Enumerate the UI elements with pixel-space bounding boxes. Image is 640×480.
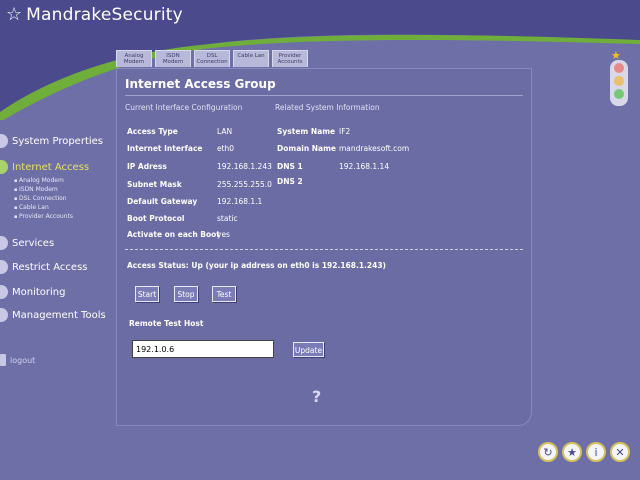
remote-host-input[interactable] xyxy=(132,340,274,358)
door-icon xyxy=(0,354,6,366)
page-title: Internet Access Group xyxy=(125,77,276,91)
sidebar-item-label: Services xyxy=(12,237,55,249)
stop-button[interactable]: Stop xyxy=(174,286,198,302)
app-logo: ☆ MandrakeSecurity xyxy=(6,5,183,25)
main-panel: Internet Access Group Current Interface … xyxy=(116,68,532,426)
sidebar-item-services[interactable]: Services xyxy=(0,236,54,250)
sidebar-subitem-provider-accounts[interactable]: Provider Accounts xyxy=(14,213,73,220)
remote-host-label: Remote Test Host xyxy=(129,319,204,328)
tab-cable-lan[interactable]: Cable Lan xyxy=(233,50,269,67)
bullet-icon xyxy=(0,134,8,148)
tab-analog-modem[interactable]: Analog Modem xyxy=(116,50,152,67)
tab-isdn-modem[interactable]: ISDN Modem xyxy=(155,50,191,67)
sidebar-subitem-cable-lan[interactable]: Cable Lan xyxy=(14,204,49,211)
system-name-value: IF2 xyxy=(339,127,351,136)
section-divider xyxy=(125,249,523,250)
start-button[interactable]: Start xyxy=(135,286,159,302)
info-icon[interactable]: i xyxy=(586,442,606,462)
sidebar-item-label: Monitoring xyxy=(12,286,66,298)
domain-name-value: mandrakesoft.com xyxy=(339,144,410,153)
access-type-label: Access Type xyxy=(127,127,178,136)
activate-on-boot-value: yes xyxy=(217,230,230,239)
refresh-icon[interactable]: ↻ xyxy=(538,442,558,462)
sidebar-item-label: Internet Access xyxy=(12,161,90,173)
domain-name-label: Domain Name xyxy=(277,144,337,153)
tab-provider-accounts[interactable]: Provider Accounts xyxy=(272,50,308,67)
activate-on-boot-label: Activate on each Boot xyxy=(127,230,220,239)
internet-interface-value: eth0 xyxy=(217,144,235,153)
internet-interface-label: Internet Interface xyxy=(127,144,203,153)
help-icon[interactable]: ? xyxy=(312,387,321,406)
sidebar-item-restrict-access[interactable]: Restrict Access xyxy=(0,260,88,274)
bullet-icon xyxy=(0,285,8,299)
sidebar-item-label: System Properties xyxy=(12,135,104,147)
status-light-yellow xyxy=(614,76,624,86)
boot-protocol-value: static xyxy=(217,214,238,223)
access-type-value: LAN xyxy=(217,127,233,136)
dns2-label: DNS 2 xyxy=(277,177,303,186)
status-light-green xyxy=(614,89,624,99)
sidebar-item-monitoring[interactable]: Monitoring xyxy=(0,285,65,299)
bullet-icon xyxy=(0,260,8,274)
close-icon[interactable]: ✕ xyxy=(610,442,630,462)
sidebar-subitem-analog-modem[interactable]: Analog Modem xyxy=(14,177,64,184)
logout-label: logout xyxy=(10,355,36,365)
subnet-mask-label: Subnet Mask xyxy=(127,180,182,189)
brand-name: MandrakeSecurity xyxy=(26,5,183,25)
sidebar-subitem-isdn-modem[interactable]: ISDN Modem xyxy=(14,186,58,193)
sidebar-item-label: Restrict Access xyxy=(12,261,88,273)
sidebar-item-system-properties[interactable]: System Properties xyxy=(0,134,103,148)
system-name-label: System Name xyxy=(277,127,336,136)
boot-protocol-label: Boot Protocol xyxy=(127,214,185,223)
access-status: Access Status: Up (your ip address on et… xyxy=(127,261,386,270)
bullet-icon xyxy=(0,160,8,174)
sidebar-subitem-dsl-connection[interactable]: DSL Connection xyxy=(14,195,67,202)
sidebar-item-management-tools[interactable]: Management Tools xyxy=(0,308,106,322)
sidebar-item-label: Management Tools xyxy=(12,309,106,321)
bullet-icon xyxy=(0,308,8,322)
dns1-value: 192.168.1.14 xyxy=(339,162,390,171)
logout-link[interactable]: logout xyxy=(0,354,35,366)
sidebar-item-internet-access[interactable]: Internet Access xyxy=(0,160,89,174)
system-info-heading: Related System Information xyxy=(275,103,380,112)
star-icon: ☆ xyxy=(6,4,23,25)
update-button[interactable]: Update xyxy=(293,342,324,357)
test-button[interactable]: Test xyxy=(212,286,236,302)
tab-dsl-connection[interactable]: DSL Connection xyxy=(194,50,230,67)
status-light xyxy=(610,60,628,106)
current-config-heading: Current Interface Configuration xyxy=(125,103,243,112)
default-gateway-value: 192.168.1.1 xyxy=(217,197,263,206)
ip-address-label: IP Adress xyxy=(127,162,167,171)
title-divider xyxy=(125,95,523,96)
bullet-icon xyxy=(0,236,8,250)
dns1-label: DNS 1 xyxy=(277,162,303,171)
subnet-mask-value: 255.255.255.0 xyxy=(217,180,272,189)
status-light-red xyxy=(614,63,624,73)
default-gateway-label: Default Gateway xyxy=(127,197,198,206)
star-icon[interactable]: ★ xyxy=(562,442,582,462)
ip-address-value: 192.168.1.243 xyxy=(217,162,272,171)
